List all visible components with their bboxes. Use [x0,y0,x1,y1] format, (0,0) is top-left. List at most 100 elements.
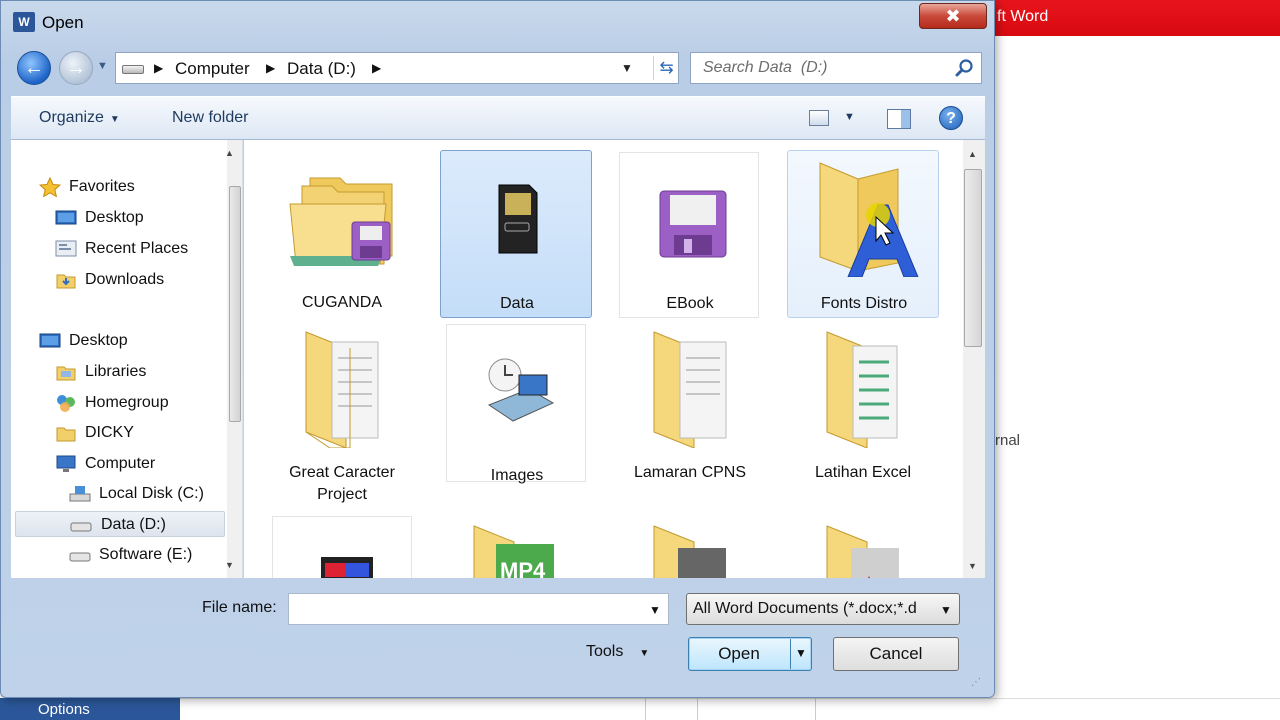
dialog-title-bar[interactable]: W Open ✖ [1,1,994,43]
nav-item-desktop[interactable]: Desktop [55,205,225,231]
file-name-dropdown[interactable]: ▼ [649,603,661,617]
back-button[interactable]: ← [17,51,51,85]
file-item-data[interactable]: Data [440,150,592,318]
file-label-line2: Project [317,486,367,503]
breadcrumb-separator[interactable]: ▶ [266,61,275,75]
file-label: Fonts Distro [820,295,908,312]
desktop-icon [55,210,77,225]
organize-button[interactable]: Organize ▼ [39,109,120,127]
dialog-title: Open [42,13,84,32]
libraries-icon [56,366,76,381]
local-disk-icon [69,486,91,502]
word-side-text: rnal [995,432,1021,449]
drive-icon [69,552,91,562]
file-label: Lamaran CPNS [633,464,747,481]
open-button[interactable]: Open [688,637,812,671]
forward-button[interactable]: → [59,51,93,85]
file-item-great-caracter-project[interactable]: Great Caracter Project [266,322,418,510]
file-name-input[interactable] [293,598,633,620]
open-options-dropdown[interactable]: ▼ [795,646,807,660]
chevron-down-icon: ▼ [639,648,650,659]
file-label: Images [490,467,544,484]
breadcrumb-data-drive[interactable]: Data (D:) [287,59,356,79]
nav-item-local-disk-c[interactable]: Local Disk (C:) [69,481,225,507]
file-label: CUGANDA [301,294,382,311]
drive-icon [70,522,92,532]
nav-item-libraries[interactable]: Libraries [55,359,225,385]
file-item-latihan-excel[interactable]: Latihan Excel [787,322,939,490]
address-dropdown[interactable]: ▼ [621,61,633,75]
scroll-down-arrow[interactable]: ▼ [968,561,977,571]
resize-grip[interactable]: ⋰ [971,677,981,688]
tools-label: Tools [586,643,624,660]
nav-item-homegroup[interactable]: Homegroup [55,390,225,416]
homegroup-icon [57,395,75,412]
file-item-video[interactable] [272,516,412,578]
photo-folder-icon [826,525,899,578]
recent-places-icon [55,240,77,257]
file-name-label: File name: [202,599,277,616]
document-folder-icon [653,331,727,448]
tools-button[interactable]: Tools ▼ [586,643,649,661]
file-list: CUGANDA Data EBook Fonts Distro Great Ca… [244,140,985,578]
change-view-icon[interactable] [809,110,829,126]
file-item-cuganda[interactable]: CUGANDA [266,150,418,318]
file-label: Great Caracter [289,464,395,481]
help-icon[interactable]: ? [939,106,963,130]
breadcrumb-separator[interactable]: ▶ [372,61,381,75]
file-label: EBook [666,295,714,312]
refresh-icon[interactable]: ⇆ [653,56,679,80]
file-item-lamaran-cpns[interactable]: Lamaran CPNS [614,322,766,490]
file-type-value: All Word Documents (*.docx;*.d [693,600,917,617]
file-name-field[interactable]: ▼ [288,593,669,625]
search-icon[interactable] [955,58,975,78]
address-bar[interactable]: ▶ Computer ▶ Data (D:) ▶ ▼ ⇆ [115,52,679,84]
nav-item-data-d[interactable]: Data (D:) [15,511,225,537]
scroll-up-arrow[interactable]: ▲ [225,148,234,158]
divider [697,698,698,720]
navigation-pane: Favorites Desktop Recent Places Download… [11,140,243,578]
scroll-up-arrow[interactable]: ▲ [968,149,977,159]
word-options-button[interactable]: Options [0,698,180,720]
file-label: Data [500,295,534,312]
view-options-dropdown[interactable]: ▼ [844,111,855,123]
search-input[interactable] [701,57,951,79]
nav-item-desktop-root[interactable]: Desktop [39,328,219,354]
drive-icon [122,65,144,74]
preview-pane-icon[interactable] [887,109,911,129]
nav-item-favorites[interactable]: Favorites [39,174,219,200]
svg-text:MP4: MP4 [500,558,546,578]
file-label: Latihan Excel [814,464,912,481]
search-box[interactable] [690,52,982,84]
fonts-folder-icon [819,162,919,277]
photo-folder-icon [653,525,726,578]
open-button-label: Open [718,644,760,663]
file-item-fonts-distro[interactable]: Fonts Distro [787,150,939,318]
breadcrumb-separator[interactable]: ▶ [154,61,163,75]
cancel-button[interactable]: Cancel [833,637,959,671]
scroll-down-arrow[interactable]: ▼ [225,560,234,570]
new-folder-button[interactable]: New folder [172,109,248,127]
breadcrumb-computer[interactable]: Computer [175,59,250,79]
file-type-select[interactable]: All Word Documents (*.docx;*.d ▼ [686,593,960,625]
open-dialog: W Open ✖ ← → ▼ ▶ Computer ▶ Data (D:) ▶ … [0,0,995,698]
file-item-ebook[interactable]: EBook [619,152,759,318]
word-title-fragment: ft Word [997,8,1049,25]
nav-item-computer[interactable]: Computer [55,451,225,477]
memory-card-icon [498,184,538,254]
file-list-scroll-thumb[interactable] [964,169,982,347]
nav-item-recent-places[interactable]: Recent Places [55,236,225,262]
video-thumbnail-icon [321,557,373,578]
close-button[interactable]: ✖ [919,3,987,29]
file-item-photo-folder[interactable] [614,516,766,578]
navpane-scroll-thumb[interactable] [229,186,241,422]
file-item-photo-folder[interactable] [787,516,939,578]
nav-item-downloads[interactable]: Downloads [55,267,225,293]
chevron-down-icon: ▼ [940,603,952,617]
nav-item-software-e[interactable]: Software (E:) [69,542,225,568]
nav-item-dicky[interactable]: DICKY [55,420,225,446]
recent-locations-dropdown[interactable]: ▼ [97,60,108,72]
file-item-mp4-folder[interactable]: MP4 [440,516,592,578]
file-item-images[interactable]: Images [446,324,586,484]
mp4-folder-icon: MP4 [473,525,554,578]
